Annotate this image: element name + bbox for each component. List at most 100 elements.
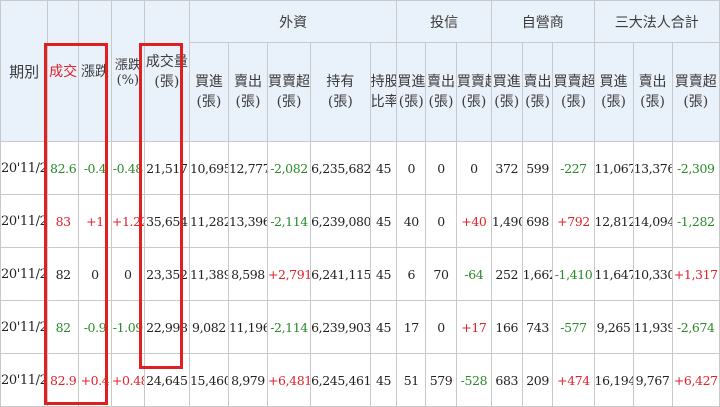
cell-pct: -1.09 (110, 300, 145, 354)
cell-s-net: +1,317 (671, 247, 720, 301)
header-period: 期別 (0, 0, 49, 142)
cell-t-net: 0 (455, 141, 492, 195)
cell-f-hold: 6,245,461 (310, 353, 371, 407)
header-trust-buy-sub: (張) (398, 94, 424, 110)
cell-t-sell: 0 (425, 300, 457, 354)
cell-f-net: -2,114 (266, 194, 312, 248)
cell-chg: -0.9 (78, 300, 112, 354)
header-foreign-holding: 持有 (張) (310, 42, 371, 142)
cell-d-net: +792 (552, 194, 595, 248)
cell-s-net: -2,309 (671, 141, 720, 195)
cell-date: 20'11/25 (0, 247, 49, 301)
header-group-trust: 投信 (396, 0, 492, 43)
header-trust-net-sub: (張) (461, 94, 487, 110)
header-dealer-buy-label: 買進 (492, 74, 521, 90)
header-total-net-sub: (張) (683, 94, 709, 110)
header-trust-sell-sub: (張) (428, 94, 454, 110)
header-total-sell: 賣出 (張) (632, 42, 673, 142)
cell-f-hold: 6,235,682 (310, 141, 371, 195)
cell-chg: -0.4 (78, 141, 112, 195)
table-row: 20'11/2782.6-0.4-0.4821,51710,69512,777-… (0, 141, 720, 195)
cell-t-sell: 579 (425, 353, 457, 407)
cell-d-buy: 372 (490, 141, 523, 195)
cell-t-buy: 40 (396, 194, 427, 248)
cell-f-ratio: 45 (369, 300, 398, 354)
header-change-pct-label: 漲跌 (114, 58, 141, 73)
institutional-trading-table: 期別 成交 漲跌 漲跌 (%) 成交量 (張) 外資 投信 自營商 三大法人合計… (0, 0, 720, 407)
cell-close: 82.9 (47, 353, 80, 407)
cell-f-buy: 9,082 (188, 300, 229, 354)
header-foreign-sell-label: 賣出 (233, 74, 262, 90)
header-dealer-net-sub: (張) (561, 94, 586, 110)
cell-s-buy: 9,265 (593, 300, 634, 354)
cell-s-sell: 9,767 (632, 353, 673, 407)
header-foreign-net-sub: (張) (276, 94, 302, 110)
table-row: 20'11/2382.9+0.4+0.4824,64515,4608,979+6… (0, 353, 720, 407)
header-volume-unit: (張) (154, 74, 180, 90)
cell-t-net: -64 (455, 247, 492, 301)
cell-f-sell: 12,777 (227, 141, 268, 195)
header-total-sell-label: 賣出 (638, 74, 667, 90)
cell-f-buy: 11,282 (188, 194, 229, 248)
cell-close: 82 (47, 300, 80, 354)
cell-f-sell: 13,396 (227, 194, 268, 248)
cell-f-sell: 11,196 (227, 300, 268, 354)
header-total-buy: 買進 (張) (593, 42, 634, 142)
header-dealer-sell: 賣出 (張) (521, 42, 554, 142)
header-foreign-holding-sub: (張) (327, 94, 353, 110)
cell-f-net: +6,481 (266, 353, 312, 407)
cell-t-net: +40 (455, 194, 492, 248)
cell-chg: 0 (78, 247, 112, 301)
cell-s-buy: 12,812 (593, 194, 634, 248)
header-volume-label: 成交量 (145, 54, 188, 70)
cell-t-sell: 70 (425, 247, 457, 301)
cell-close: 82.6 (47, 141, 80, 195)
cell-f-hold: 6,239,080 (310, 194, 371, 248)
cell-vol: 21,517 (143, 141, 190, 195)
header-total-buy-label: 買進 (599, 74, 628, 90)
header-trust-sell: 賣出 (張) (425, 42, 457, 142)
cell-pct: -0.48 (110, 141, 145, 195)
header-trust-net-label: 買賣超 (456, 74, 490, 90)
cell-date: 20'11/27 (0, 141, 49, 195)
header-trust-net: 買賣超 (張) (455, 42, 492, 142)
cell-f-sell: 8,598 (227, 247, 268, 301)
cell-t-buy: 6 (396, 247, 427, 301)
cell-t-net: -528 (455, 353, 492, 407)
header-group-dealer: 自營商 (490, 0, 595, 43)
cell-f-ratio: 45 (369, 141, 398, 195)
cell-s-net: -2,674 (671, 300, 720, 354)
cell-pct: +0.48 (110, 353, 145, 407)
cell-d-sell: 209 (521, 353, 554, 407)
cell-s-sell: 13,376 (632, 141, 673, 195)
cell-t-net: +17 (455, 300, 492, 354)
cell-date: 20'11/23 (0, 353, 49, 407)
cell-f-buy: 15,460 (188, 353, 229, 407)
cell-chg: +1 (78, 194, 112, 248)
cell-d-net: -577 (552, 300, 595, 354)
cell-f-hold: 6,241,115 (310, 247, 371, 301)
header-trust-buy-label: 買進 (397, 74, 426, 90)
cell-vol: 35,654 (143, 194, 190, 248)
cell-d-buy: 166 (490, 300, 523, 354)
header-total-buy-sub: (張) (601, 94, 627, 110)
cell-t-buy: 51 (396, 353, 427, 407)
header-total-sell-sub: (張) (640, 94, 666, 110)
cell-pct: +1.22 (110, 194, 145, 248)
header-trust-buy: 買進 (張) (396, 42, 427, 142)
cell-f-net: +2,791 (266, 247, 312, 301)
cell-d-buy: 1,490 (490, 194, 523, 248)
cell-f-net: -2,114 (266, 300, 312, 354)
cell-s-sell: 14,094 (632, 194, 673, 248)
header-change-pct: 漲跌 (%) (110, 0, 145, 142)
cell-d-buy: 252 (490, 247, 523, 301)
header-foreign-sell: 賣出 (張) (227, 42, 268, 142)
header-total-net-label: 買賣超 (674, 74, 717, 90)
cell-f-sell: 8,979 (227, 353, 268, 407)
institutional-trading-table-view: 期別 成交 漲跌 漲跌 (%) 成交量 (張) 外資 投信 自營商 三大法人合計… (0, 0, 720, 407)
header-foreign-holding-label: 持有 (326, 74, 355, 90)
header-foreign-holding-ratio-label: 持股 (370, 74, 397, 90)
cell-s-buy: 11,647 (593, 247, 634, 301)
header-foreign-buy-label: 買進 (194, 74, 223, 90)
cell-t-buy: 17 (396, 300, 427, 354)
